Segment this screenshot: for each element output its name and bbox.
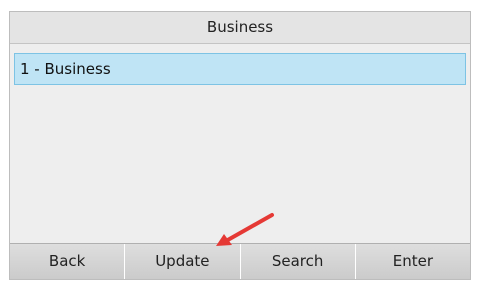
softkey-bar: Back Update Search Enter bbox=[10, 243, 470, 279]
directory-list: 1 - Business bbox=[10, 44, 470, 243]
page-title: Business bbox=[10, 12, 470, 44]
list-item-business[interactable]: 1 - Business bbox=[14, 53, 466, 85]
phone-screen: Business 1 - Business Back Update Search… bbox=[9, 11, 471, 280]
back-softkey[interactable]: Back bbox=[10, 244, 126, 279]
search-softkey[interactable]: Search bbox=[240, 244, 356, 279]
update-softkey[interactable]: Update bbox=[125, 244, 241, 279]
enter-softkey[interactable]: Enter bbox=[355, 244, 470, 279]
